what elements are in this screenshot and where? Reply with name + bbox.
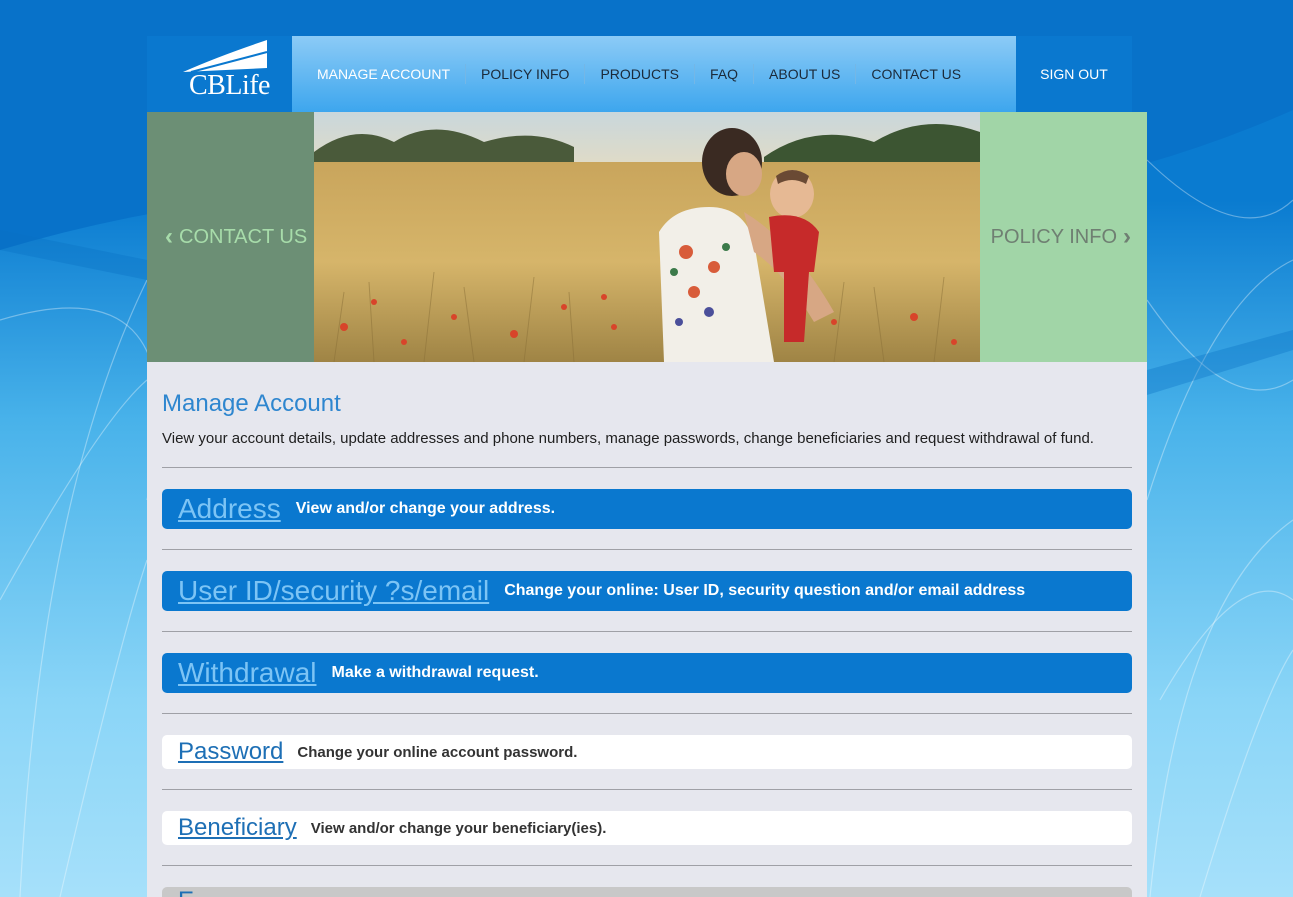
- nav-item-contact-us[interactable]: CONTACT US: [856, 64, 976, 84]
- section-partial: E: [162, 887, 1132, 897]
- section-withdrawal: Withdrawal Make a withdrawal request.: [162, 653, 1132, 693]
- divider: [162, 467, 1132, 468]
- address-link[interactable]: Address: [178, 489, 281, 529]
- banner-photo: [314, 112, 980, 362]
- password-description: Change your online account password.: [297, 743, 578, 761]
- cblife-logo[interactable]: CBLife: [147, 36, 292, 112]
- user-id-link[interactable]: User ID/security ?s/email: [178, 571, 489, 611]
- logo-text: CBLife: [189, 70, 271, 101]
- carousel-next-label: POLICY INFO: [990, 225, 1117, 248]
- divider: [162, 713, 1132, 714]
- divider: [162, 549, 1132, 550]
- partial-section-link[interactable]: E: [178, 887, 194, 897]
- section-address: Address View and/or change your address.: [162, 489, 1132, 529]
- section-beneficiary: Beneficiary View and/or change your bene…: [162, 811, 1132, 845]
- user-id-description: Change your online: User ID, security qu…: [504, 582, 1026, 599]
- nav-item-policy-info[interactable]: POLICY INFO: [466, 64, 586, 84]
- chevron-right-icon: ›: [1123, 223, 1131, 250]
- carousel-prev-label: CONTACT US: [179, 225, 308, 248]
- withdrawal-description: Make a withdrawal request.: [331, 664, 539, 681]
- password-link[interactable]: Password: [178, 738, 283, 766]
- page-title: Manage Account: [162, 390, 341, 417]
- divider: [162, 865, 1132, 866]
- site-header: CBLife MANAGE ACCOUNT POLICY INFO PRODUC…: [147, 36, 1132, 112]
- sign-out-button[interactable]: SIGN OUT: [1016, 36, 1132, 112]
- logo-swoosh-icon: [183, 40, 268, 73]
- withdrawal-link[interactable]: Withdrawal: [178, 653, 316, 693]
- nav-item-about-us[interactable]: ABOUT US: [754, 64, 857, 84]
- nav-item-manage-account[interactable]: MANAGE ACCOUNT: [302, 64, 467, 84]
- page-container: CBLife MANAGE ACCOUNT POLICY INFO PRODUC…: [147, 36, 1147, 897]
- nav-item-products[interactable]: PRODUCTS: [585, 64, 696, 84]
- page-description: View your account details, update addres…: [162, 430, 1094, 447]
- carousel-prev-button[interactable]: ‹ CONTACT US: [147, 112, 314, 362]
- banner-carousel: ‹ CONTACT US POLICY INFO ›: [147, 112, 1147, 362]
- beneficiary-link[interactable]: Beneficiary: [178, 814, 297, 842]
- main-nav: MANAGE ACCOUNT POLICY INFO PRODUCTS FAQ …: [292, 36, 1016, 112]
- divider: [162, 631, 1132, 632]
- beneficiary-description: View and/or change your beneficiary(ies)…: [310, 819, 607, 837]
- banner-image-mother-baby-field: [314, 112, 980, 362]
- divider: [162, 789, 1132, 790]
- address-description: View and/or change your address.: [295, 500, 556, 517]
- main-content: Manage Account View your account details…: [147, 362, 1147, 897]
- section-user-id: User ID/security ?s/email Change your on…: [162, 571, 1132, 611]
- chevron-left-icon: ‹: [165, 223, 173, 250]
- carousel-next-button[interactable]: POLICY INFO ›: [980, 112, 1147, 362]
- nav-item-faq[interactable]: FAQ: [695, 64, 755, 84]
- section-password: Password Change your online account pass…: [162, 735, 1132, 769]
